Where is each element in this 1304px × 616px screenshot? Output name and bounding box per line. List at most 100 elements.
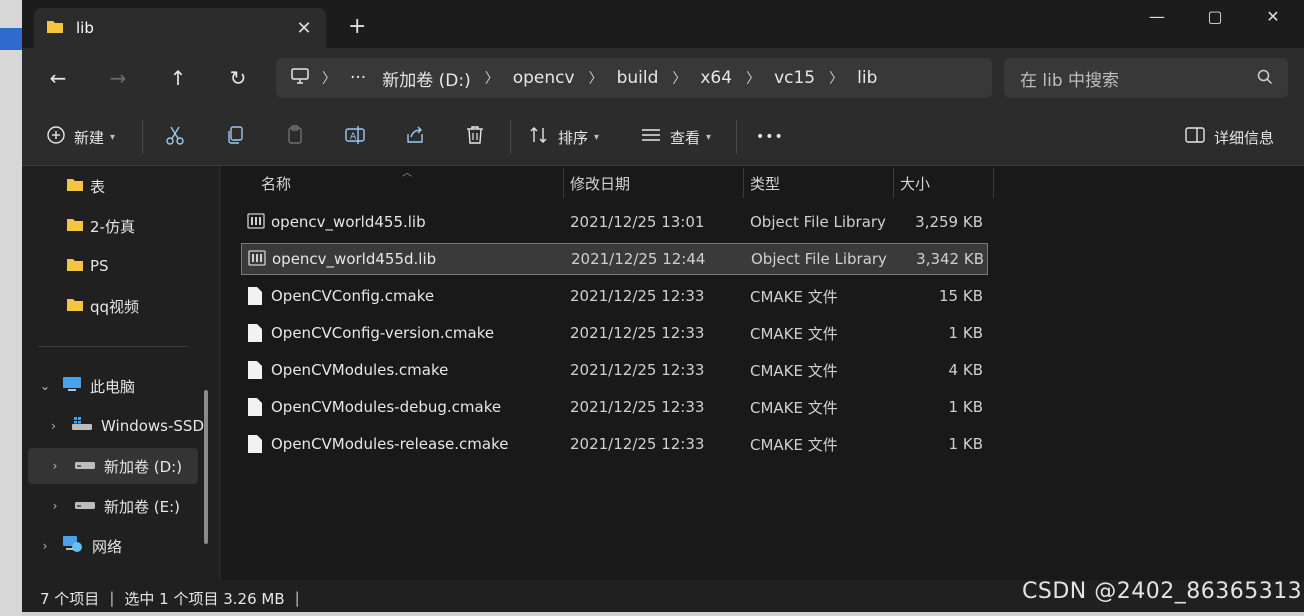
breadcrumb-drive-d[interactable]: 新加卷 (D:) — [374, 66, 479, 91]
chevron-right-icon[interactable]: › — [46, 419, 61, 433]
sidebar-item-ps[interactable]: PS — [66, 248, 216, 284]
minimize-button[interactable]: — — [1128, 0, 1186, 32]
details-pane-button[interactable]: 详细信息 — [1184, 120, 1274, 154]
file-icon — [247, 286, 263, 310]
file-type: CMAKE 文件 — [750, 287, 838, 306]
share-button[interactable] — [404, 120, 426, 154]
new-label: 新建 — [74, 128, 105, 147]
sidebar-scrollbar[interactable] — [204, 390, 208, 544]
copy-button[interactable] — [224, 120, 246, 154]
tab-lib[interactable]: lib ✕ — [34, 8, 326, 48]
breadcrumb-build[interactable]: build — [609, 68, 667, 88]
chevron-right-icon[interactable]: 〉 — [740, 68, 766, 88]
search-icon[interactable] — [1256, 68, 1274, 91]
close-button[interactable]: ✕ — [1244, 0, 1302, 32]
file-size: 3,259 KB — [915, 213, 983, 231]
file-row[interactable]: OpenCVModules-debug.cmake 2021/12/25 12:… — [241, 392, 988, 424]
new-button[interactable]: 新建 ▾ — [46, 120, 115, 154]
sort-icon — [528, 124, 550, 150]
details-pane-icon — [1184, 125, 1206, 149]
file-row[interactable]: opencv_world455.lib 2021/12/25 13:01 Obj… — [241, 207, 988, 239]
item-count: 7 个项目 — [40, 589, 100, 608]
chevron-right-icon[interactable]: 〉 — [316, 68, 342, 88]
sidebar-item-qq-video[interactable]: qq视频 — [66, 288, 216, 324]
file-icon — [247, 397, 263, 421]
breadcrumb-opencv[interactable]: opencv — [505, 68, 583, 88]
file-name: OpenCVModules-debug.cmake — [271, 398, 502, 416]
sidebar-item-windows-ssd[interactable]: › Windows-SSD — [46, 408, 204, 444]
file-row[interactable]: OpenCVConfig-version.cmake 2021/12/25 12… — [241, 318, 988, 350]
chevron-down-icon[interactable]: ⌄ — [36, 379, 54, 393]
column-header-size[interactable]: 大小 — [900, 166, 930, 200]
file-icon — [247, 360, 263, 384]
copy-icon — [224, 124, 246, 150]
column-header-name[interactable]: 名称 — [261, 166, 291, 200]
chevron-right-icon[interactable]: 〉 — [823, 68, 849, 88]
list-view-icon — [640, 124, 662, 150]
column-divider[interactable] — [893, 168, 894, 198]
breadcrumb-more[interactable]: ··· — [342, 68, 374, 88]
new-tab-button[interactable]: + — [348, 14, 366, 39]
sidebar-item-label: 新加卷 (E:) — [104, 497, 181, 516]
sidebar-item-drive-d[interactable]: › 新加卷 (D:) — [28, 448, 198, 484]
sidebar-item-this-pc[interactable]: ⌄ 此电脑 — [36, 368, 206, 404]
breadcrumb-vc15[interactable]: vc15 — [766, 68, 823, 88]
search-box[interactable]: 在 lib 中搜索 — [1004, 58, 1288, 98]
library-file-icon — [248, 249, 266, 271]
file-row[interactable]: OpenCVModules-release.cmake 2021/12/25 1… — [241, 429, 988, 461]
column-divider[interactable] — [563, 168, 564, 198]
rename-button[interactable]: A — [344, 120, 366, 154]
rename-icon: A — [344, 124, 366, 150]
forward-button[interactable]: → — [98, 62, 138, 94]
toolbar-divider — [510, 120, 511, 154]
file-row[interactable]: OpenCVModules.cmake 2021/12/25 12:33 CMA… — [241, 355, 988, 387]
sidebar-item-fangzhen[interactable]: 2-仿真 — [66, 208, 216, 244]
drive-icon — [74, 497, 96, 515]
chevron-right-icon[interactable]: › — [46, 499, 64, 513]
file-icon — [247, 434, 263, 458]
sort-button[interactable]: 排序 ▾ — [528, 120, 599, 154]
sidebar-item-drive-e[interactable]: › 新加卷 (E:) — [46, 488, 204, 524]
paste-button[interactable] — [284, 120, 306, 154]
chevron-right-icon[interactable]: 〉 — [666, 68, 692, 88]
column-header-type[interactable]: 类型 — [750, 166, 780, 200]
command-bar: 新建 ▾ A 排序 ▾ 查看 ▾ ••• 详细信息 — [22, 108, 1304, 166]
sidebar-item-network[interactable]: › 网络 — [36, 528, 206, 564]
toolbar-divider — [142, 120, 143, 154]
cut-button[interactable] — [164, 120, 186, 154]
file-row-selected[interactable]: opencv_world455d.lib 2021/12/25 12:44 Ob… — [241, 243, 988, 275]
sidebar-divider — [38, 346, 188, 347]
chevron-right-icon[interactable]: › — [46, 459, 64, 473]
file-date: 2021/12/25 12:33 — [570, 361, 705, 379]
breadcrumb-x64[interactable]: x64 — [692, 68, 740, 88]
sidebar-item-label: Windows-SSD — [101, 417, 204, 435]
file-row[interactable]: OpenCVConfig.cmake 2021/12/25 12:33 CMAK… — [241, 281, 988, 313]
computer-icon[interactable] — [290, 67, 310, 90]
more-options-button[interactable]: ••• — [756, 120, 784, 154]
chevron-right-icon[interactable]: 〉 — [583, 68, 609, 88]
delete-button[interactable] — [464, 120, 486, 154]
computer-icon — [62, 375, 82, 397]
file-type: Object File Library — [751, 250, 887, 268]
sidebar-item-biao[interactable]: 表 — [66, 168, 216, 204]
file-explorer-window: lib ✕ + — ▢ ✕ ← → ↑ ↻ 〉 ··· 新加卷 (D:) 〉 o… — [22, 0, 1304, 616]
up-button[interactable]: ↑ — [158, 62, 198, 94]
file-size: 1 KB — [948, 324, 983, 342]
back-button[interactable]: ← — [38, 62, 78, 94]
chevron-right-icon[interactable]: › — [36, 539, 54, 553]
maximize-button[interactable]: ▢ — [1186, 0, 1244, 32]
chevron-right-icon[interactable]: 〉 — [479, 68, 505, 88]
column-divider[interactable] — [993, 168, 994, 198]
tab-close-icon[interactable]: ✕ — [288, 18, 320, 39]
column-divider[interactable] — [743, 168, 744, 198]
address-bar[interactable]: 〉 ··· 新加卷 (D:) 〉 opencv 〉 build 〉 x64 〉 … — [276, 58, 992, 98]
file-size: 4 KB — [948, 361, 983, 379]
breadcrumb-lib[interactable]: lib — [849, 68, 885, 88]
chevron-down-icon: ▾ — [706, 131, 712, 143]
search-input[interactable]: 在 lib 中搜索 — [1020, 66, 1119, 91]
details-label: 详细信息 — [1214, 128, 1275, 147]
column-header-date[interactable]: 修改日期 — [570, 166, 630, 200]
refresh-button[interactable]: ↻ — [218, 62, 258, 94]
view-button[interactable]: 查看 ▾ — [640, 120, 711, 154]
share-icon — [404, 124, 426, 150]
